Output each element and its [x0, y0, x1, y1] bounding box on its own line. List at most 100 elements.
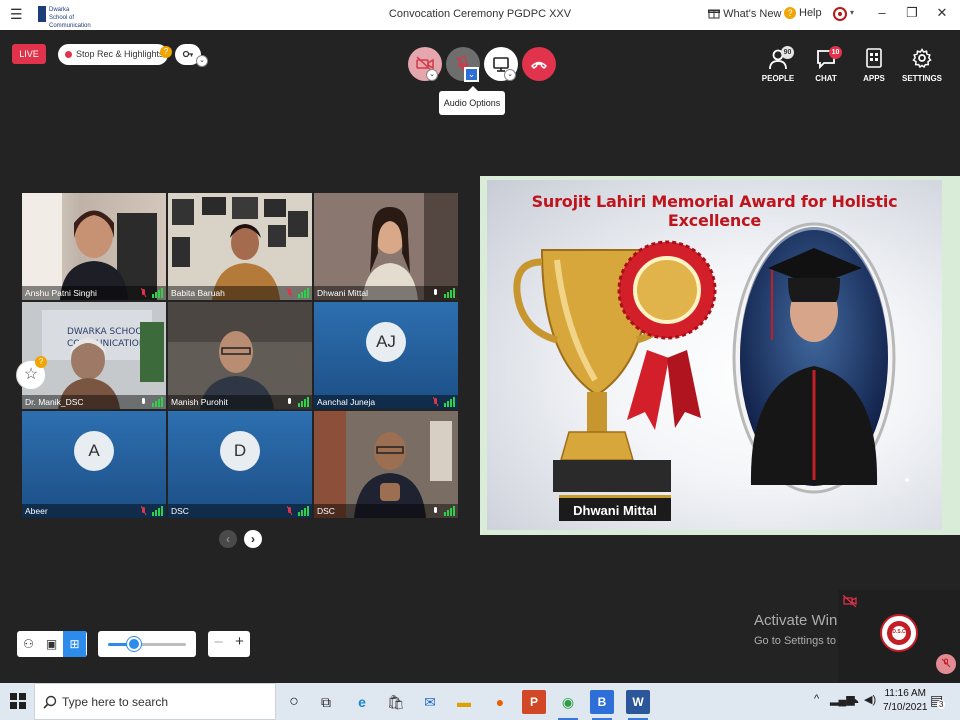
mic-on-icon: [288, 397, 309, 407]
minimize-button[interactable]: –: [872, 5, 892, 20]
hang-up-button[interactable]: [522, 47, 556, 81]
tile-size-slider[interactable]: [98, 631, 196, 657]
powerpoint-icon[interactable]: P: [522, 690, 546, 714]
help-icon: ?: [784, 7, 796, 19]
org-logo-text: Dwarka School of Communication: [49, 7, 91, 29]
seal-text: D.S.C: [892, 629, 906, 635]
apps-label: APPS: [863, 74, 885, 83]
help-button[interactable]: ? Help: [784, 7, 822, 19]
zoom-in-button[interactable]: +: [229, 633, 250, 650]
apps-icon: [866, 48, 882, 68]
live-badge[interactable]: LIVE: [12, 44, 46, 64]
self-view-tile[interactable]: D.S.C: [838, 590, 960, 682]
help-label: Help: [799, 7, 822, 19]
action-center-button[interactable]: ▤ 3: [930, 692, 946, 709]
close-button[interactable]: ✕: [932, 5, 952, 21]
avatar: AJ: [366, 322, 406, 362]
layout-grid-button[interactable]: ⊞: [63, 631, 86, 657]
participant-tile-active-speaker[interactable]: DWARKA SCHOOL COMMUNICATION Dr. Manik_DSC: [22, 302, 166, 409]
participant-video: [314, 193, 458, 300]
prev-page-button[interactable]: ‹: [219, 530, 237, 548]
file-explorer-icon[interactable]: ▬: [452, 690, 476, 714]
shared-screen[interactable]: Surojit Lahiri Memorial Award for Holist…: [480, 176, 960, 535]
people-count-badge: 90: [781, 46, 794, 59]
app-window: ☰ Dwarka School of Communication Convoca…: [0, 0, 960, 720]
settings-button[interactable]: SETTINGS: [902, 48, 942, 83]
store-icon[interactable]: 🛍: [384, 690, 408, 714]
mail-icon[interactable]: ✉: [418, 690, 442, 714]
cortana-icon[interactable]: ○: [282, 690, 306, 714]
video-options-icon[interactable]: ⌄: [426, 69, 438, 81]
layout-single-button[interactable]: ▣: [40, 631, 63, 657]
next-page-button[interactable]: ›: [244, 530, 262, 548]
slider-knob[interactable]: [127, 637, 141, 651]
participant-tile[interactable]: DSC: [314, 411, 458, 518]
whats-new-button[interactable]: What's New: [708, 7, 781, 20]
windows-taskbar: Type here to search ○ ⧉ e 🛍 ✉ ▬ ● P ◉ B …: [0, 683, 960, 720]
onedrive-icon[interactable]: ☁: [848, 693, 859, 706]
participant-tile[interactable]: D DSC: [168, 411, 312, 518]
windows-start-icon[interactable]: [10, 693, 26, 709]
tray-overflow-icon[interactable]: ^: [814, 693, 819, 705]
taskbar-search-input[interactable]: Type here to search: [34, 683, 276, 720]
record-status-icon[interactable]: [833, 7, 847, 21]
participant-tile[interactable]: Manish Purohit: [168, 302, 312, 409]
mic-muted-icon: [141, 506, 163, 516]
mic-muted-icon: [433, 397, 455, 407]
whats-new-label: What's New: [723, 8, 782, 20]
avatar: A: [74, 431, 114, 471]
star-icon: ☆: [23, 366, 39, 383]
participant-tile[interactable]: A Abeer: [22, 411, 166, 518]
key-dropdown-icon[interactable]: ⌄: [196, 55, 208, 67]
participant-tile[interactable]: Anshu Patni Singhi: [22, 193, 166, 300]
self-mic-button[interactable]: [936, 654, 956, 674]
trophy-illustration: [513, 222, 909, 494]
record-dropdown-icon[interactable]: ▾: [850, 8, 854, 17]
volume-icon[interactable]: ◀): [864, 693, 876, 706]
participant-grid: Anshu Patni Singhi Babita Baruah Dhwani …: [22, 193, 458, 519]
taskbar-clock[interactable]: 11:16 AM 7/10/2021: [883, 687, 928, 715]
layout-switcher: ⚇ ▣ ⊞: [17, 631, 87, 657]
notification-count: 3: [937, 700, 946, 709]
edge-icon[interactable]: e: [350, 690, 374, 714]
people-label: PEOPLE: [761, 74, 795, 83]
mic-on-icon: [142, 397, 163, 407]
share-options-icon[interactable]: ⌄: [504, 69, 516, 81]
clock-time: 11:16 AM: [884, 688, 926, 699]
webex-app-icon[interactable]: B: [590, 690, 614, 720]
gift-icon: [708, 9, 720, 19]
stop-recording-button[interactable]: Stop Rec & Highlights: [58, 44, 168, 65]
clock-date: 7/10/2021: [883, 702, 928, 713]
winner-nameplate: Dhwani Mittal: [559, 495, 671, 521]
settings-label: SETTINGS: [902, 74, 943, 83]
people-button[interactable]: 90 PEOPLE: [758, 46, 798, 83]
task-view-icon[interactable]: ⧉: [314, 690, 338, 714]
participant-tile[interactable]: Dhwani Mittal: [314, 193, 458, 300]
gear-icon: [912, 48, 932, 69]
hamburger-menu-icon[interactable]: ☰: [10, 6, 23, 23]
zoom-out-button[interactable]: –: [208, 633, 229, 650]
svg-text:DWARKA SCHOOL: DWARKA SCHOOL: [67, 327, 147, 337]
key-icon: [182, 50, 193, 58]
star-help-badge: ?: [35, 356, 47, 368]
layout-speaker-button[interactable]: ⚇: [17, 631, 40, 657]
participant-video: DWARKA SCHOOLCOMMUNICATION: [22, 302, 166, 409]
firefox-icon[interactable]: ●: [488, 690, 512, 714]
chevron-right-icon: ›: [251, 532, 255, 546]
audio-options-button[interactable]: ⌄: [464, 67, 479, 82]
participant-tile[interactable]: Babita Baruah: [168, 193, 312, 300]
maximize-button[interactable]: ❐: [902, 5, 922, 21]
mic-off-icon: [941, 658, 951, 668]
mic-on-icon: [434, 288, 455, 298]
chat-count-badge: 10: [829, 46, 842, 59]
chrome-icon[interactable]: ◉: [556, 690, 580, 720]
word-icon[interactable]: W: [626, 690, 650, 720]
avatar: D: [220, 431, 260, 471]
mic-muted-icon: [287, 288, 309, 298]
award-slide: Surojit Lahiri Memorial Award for Holist…: [487, 180, 942, 530]
chat-button[interactable]: 10 CHAT: [806, 46, 846, 83]
apps-button[interactable]: APPS: [854, 48, 894, 83]
participant-tile[interactable]: AJ Aanchal Juneja: [314, 302, 458, 409]
zoom-stepper: – +: [208, 631, 250, 657]
single-view-icon: ▣: [45, 637, 58, 651]
